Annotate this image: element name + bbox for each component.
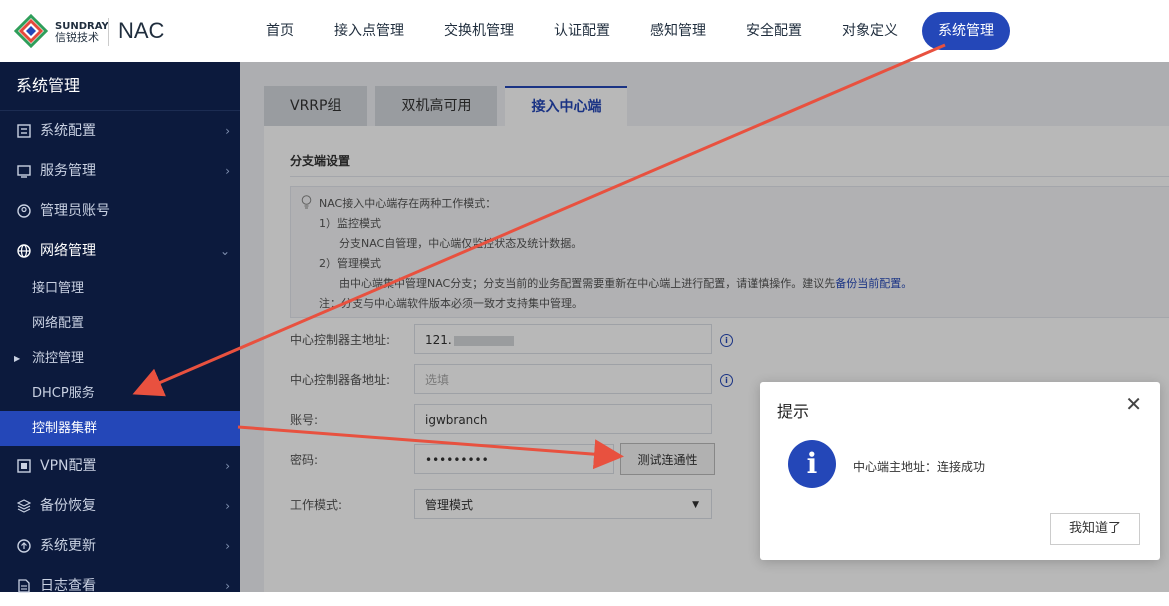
dialog-title: 提示 [777,402,810,421]
sidebar-item-backup[interactable]: 备份恢复 › [0,486,240,526]
sidebar-sub-interface[interactable]: 接口管理 [0,271,240,306]
tip-dialog: 提示 ✕ i 中心端主地址：连接成功 我知道了 [760,382,1160,560]
chevron-right-icon: › [225,124,230,138]
sundray-logo-icon [14,14,48,48]
main-nav: 首页 接入点管理 交换机管理 认证配置 感知管理 安全配置 对象定义 系统管理 [250,12,1018,50]
sidebar-item-label: 备份恢复 [40,498,96,514]
brand-cn: 信锐技术 [55,31,99,44]
sidebar-item-update[interactable]: 系统更新 › [0,526,240,566]
sidebar-item-log[interactable]: 日志查看 › [0,566,240,606]
caret-right-icon: ▶ [14,354,21,363]
chevron-right-icon: › [225,499,230,513]
chevron-down-icon: ⌄ [219,244,230,258]
sidebar-item-network[interactable]: 网络管理 ⌄ [0,231,240,271]
product-name: NAC [118,18,165,43]
nav-awareness[interactable]: 感知管理 [634,12,722,50]
nav-ap-management[interactable]: 接入点管理 [318,12,420,50]
nav-system-management[interactable]: 系统管理 [922,12,1010,50]
nav-auth-config[interactable]: 认证配置 [538,12,626,50]
system-config-icon [16,123,32,139]
sidebar-item-label: 网络管理 [40,243,96,259]
admin-user-icon [16,203,32,219]
vpn-icon [16,458,32,474]
sidebar-item-vpn[interactable]: VPN配置 › [0,446,240,486]
sidebar-item-label: 管理员账号 [40,203,110,219]
sidebar-sub-flow-control[interactable]: ▶ 流控管理 [0,341,240,376]
sidebar-item-label: 系统更新 [40,538,96,554]
sidebar-item-label: 日志查看 [40,578,96,594]
sidebar-item-label: VPN配置 [40,458,97,474]
sidebar-item-label: 服务管理 [40,163,96,179]
chevron-right-icon: › [225,579,230,593]
service-icon [16,163,32,179]
nav-home[interactable]: 首页 [250,12,310,50]
sidebar-sub-dhcp[interactable]: DHCP服务 [0,376,240,411]
sidebar-sub-network-config[interactable]: 网络配置 [0,306,240,341]
sidebar-item-service[interactable]: 服务管理 › [0,151,240,191]
nav-object-definition[interactable]: 对象定义 [826,12,914,50]
info-icon: i [788,440,836,488]
brand-divider [108,18,109,46]
sidebar-item-system-config[interactable]: 系统配置 › [0,111,240,151]
network-icon [16,243,32,259]
sidebar: 系统管理 系统配置 › 服务管理 › 管理员账号 网络管理 ⌄ 接口管理 网络配… [0,62,240,594]
sidebar-item-label: 系统配置 [40,123,96,139]
close-icon[interactable]: ✕ [1125,392,1142,416]
top-bar: SUNDRAY 信锐技术 NAC 首页 接入点管理 交换机管理 认证配置 感知管… [0,0,1169,62]
sidebar-sub-controller-cluster[interactable]: 控制器集群 [0,411,240,446]
got-it-button[interactable]: 我知道了 [1050,513,1140,545]
nav-security-config[interactable]: 安全配置 [730,12,818,50]
sidebar-title: 系统管理 [0,62,240,111]
backup-icon [16,498,32,514]
dialog-message: 中心端主地址：连接成功 [853,460,986,474]
update-icon [16,538,32,554]
sub-item-label: 流控管理 [32,351,85,366]
chevron-right-icon: › [225,459,230,473]
chevron-right-icon: › [225,164,230,178]
nav-switch-management[interactable]: 交换机管理 [428,12,530,50]
chevron-right-icon: › [225,539,230,553]
sidebar-item-admin[interactable]: 管理员账号 [0,191,240,231]
brand-text: SUNDRAY 信锐技术 [55,21,109,43]
